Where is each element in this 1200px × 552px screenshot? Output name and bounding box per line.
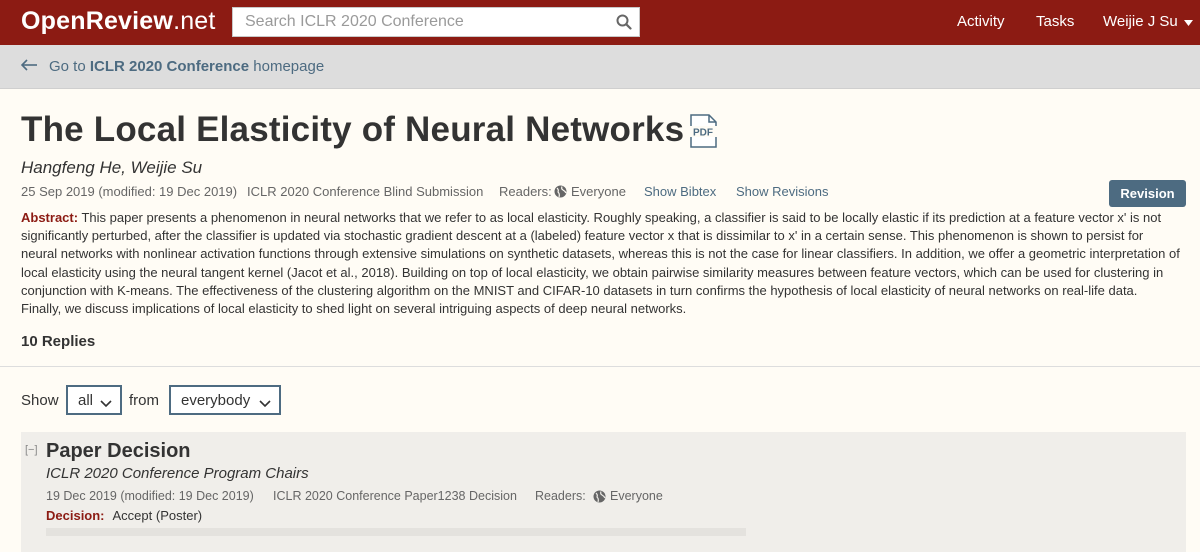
note-decision: Decision: Accept (Poster) <box>46 508 202 523</box>
section-divider <box>0 366 1200 367</box>
nav-tasks-link[interactable]: Tasks <box>1036 13 1074 30</box>
paper-readers-value: Everyone <box>571 184 626 199</box>
search-icon[interactable] <box>609 14 639 30</box>
chevron-down-icon <box>100 395 112 412</box>
show-revisions-link[interactable]: Show Revisions <box>736 184 829 199</box>
breadcrumb-suffix: homepage <box>253 58 325 75</box>
note-readers-value: Everyone <box>610 489 663 503</box>
revision-button[interactable]: Revision <box>1109 180 1186 207</box>
abstract-label: Abstract: <box>21 210 79 225</box>
note-invitation: ICLR 2020 Conference Paper1238 Decision <box>273 489 517 503</box>
user-name: Weijie J Su <box>1103 13 1178 30</box>
paper-title: The Local Elasticity of Neural Networks <box>21 110 685 149</box>
svg-text:PDF: PDF <box>693 128 713 139</box>
collapse-toggle[interactable]: [−] <box>25 444 38 456</box>
top-navbar: OpenReview.net Activity Tasks Weijie J S… <box>0 0 1200 45</box>
search-input[interactable] <box>233 8 609 36</box>
filter-show-select[interactable]: all <box>66 385 122 415</box>
note-readers-label: Readers: <box>535 489 586 503</box>
chevron-down-icon <box>259 395 271 412</box>
breadcrumb-prefix: Go to <box>49 58 86 75</box>
breadcrumb-text: Go to ICLR 2020 Conference homepage <box>49 58 324 75</box>
paper-date: 25 Sep 2019 (modified: 19 Dec 2019) <box>21 184 238 199</box>
back-to-venue-link[interactable]: Go to ICLR 2020 Conference homepage <box>20 58 324 75</box>
pdf-icon[interactable]: PDF <box>688 114 718 153</box>
search-box <box>232 7 640 37</box>
decision-value: Accept (Poster) <box>112 508 203 523</box>
filter-from-label: from <box>129 392 159 409</box>
abstract-text: This paper presents a phenomenon in neur… <box>21 210 1180 317</box>
openreview-logo[interactable]: OpenReview.net <box>21 7 216 36</box>
globe-icon <box>554 185 567 201</box>
nav-activity-link[interactable]: Activity <box>957 13 1005 30</box>
decision-label: Decision: <box>46 508 105 523</box>
paper-readers-label: Readers: <box>499 184 552 199</box>
arrow-left-icon <box>20 58 38 75</box>
breadcrumb-bar: Go to ICLR 2020 Conference homepage <box>0 45 1200 89</box>
logo-text: OpenReview <box>21 7 174 35</box>
filter-from-value: everybody <box>181 391 251 409</box>
show-bibtex-link[interactable]: Show Bibtex <box>644 184 716 199</box>
filter-show-label: Show <box>21 392 59 409</box>
paper-abstract: Abstract: This paper presents a phenomen… <box>21 209 1181 318</box>
truncated-comment-line <box>46 528 746 536</box>
filter-from-select[interactable]: everybody <box>169 385 281 415</box>
breadcrumb-venue: ICLR 2020 Conference <box>89 58 250 75</box>
caret-down-icon <box>1183 13 1193 30</box>
note-date: 19 Dec 2019 (modified: 19 Dec 2019) <box>46 489 254 503</box>
paper-venue: ICLR 2020 Conference Blind Submission <box>247 184 484 199</box>
note-signature: ICLR 2020 Conference Program Chairs <box>46 465 309 482</box>
reply-note: [−] Paper Decision ICLR 2020 Conference … <box>21 432 1186 552</box>
replies-count: 10 Replies <box>21 333 96 350</box>
globe-icon <box>593 490 606 506</box>
paper-authors[interactable]: Hangfeng He, Weijie Su <box>21 158 202 178</box>
filter-show-value: all <box>78 391 94 409</box>
note-title: Paper Decision <box>46 440 191 462</box>
user-menu[interactable]: Weijie J Su <box>1103 13 1193 30</box>
logo-suffix: .net <box>173 7 216 35</box>
